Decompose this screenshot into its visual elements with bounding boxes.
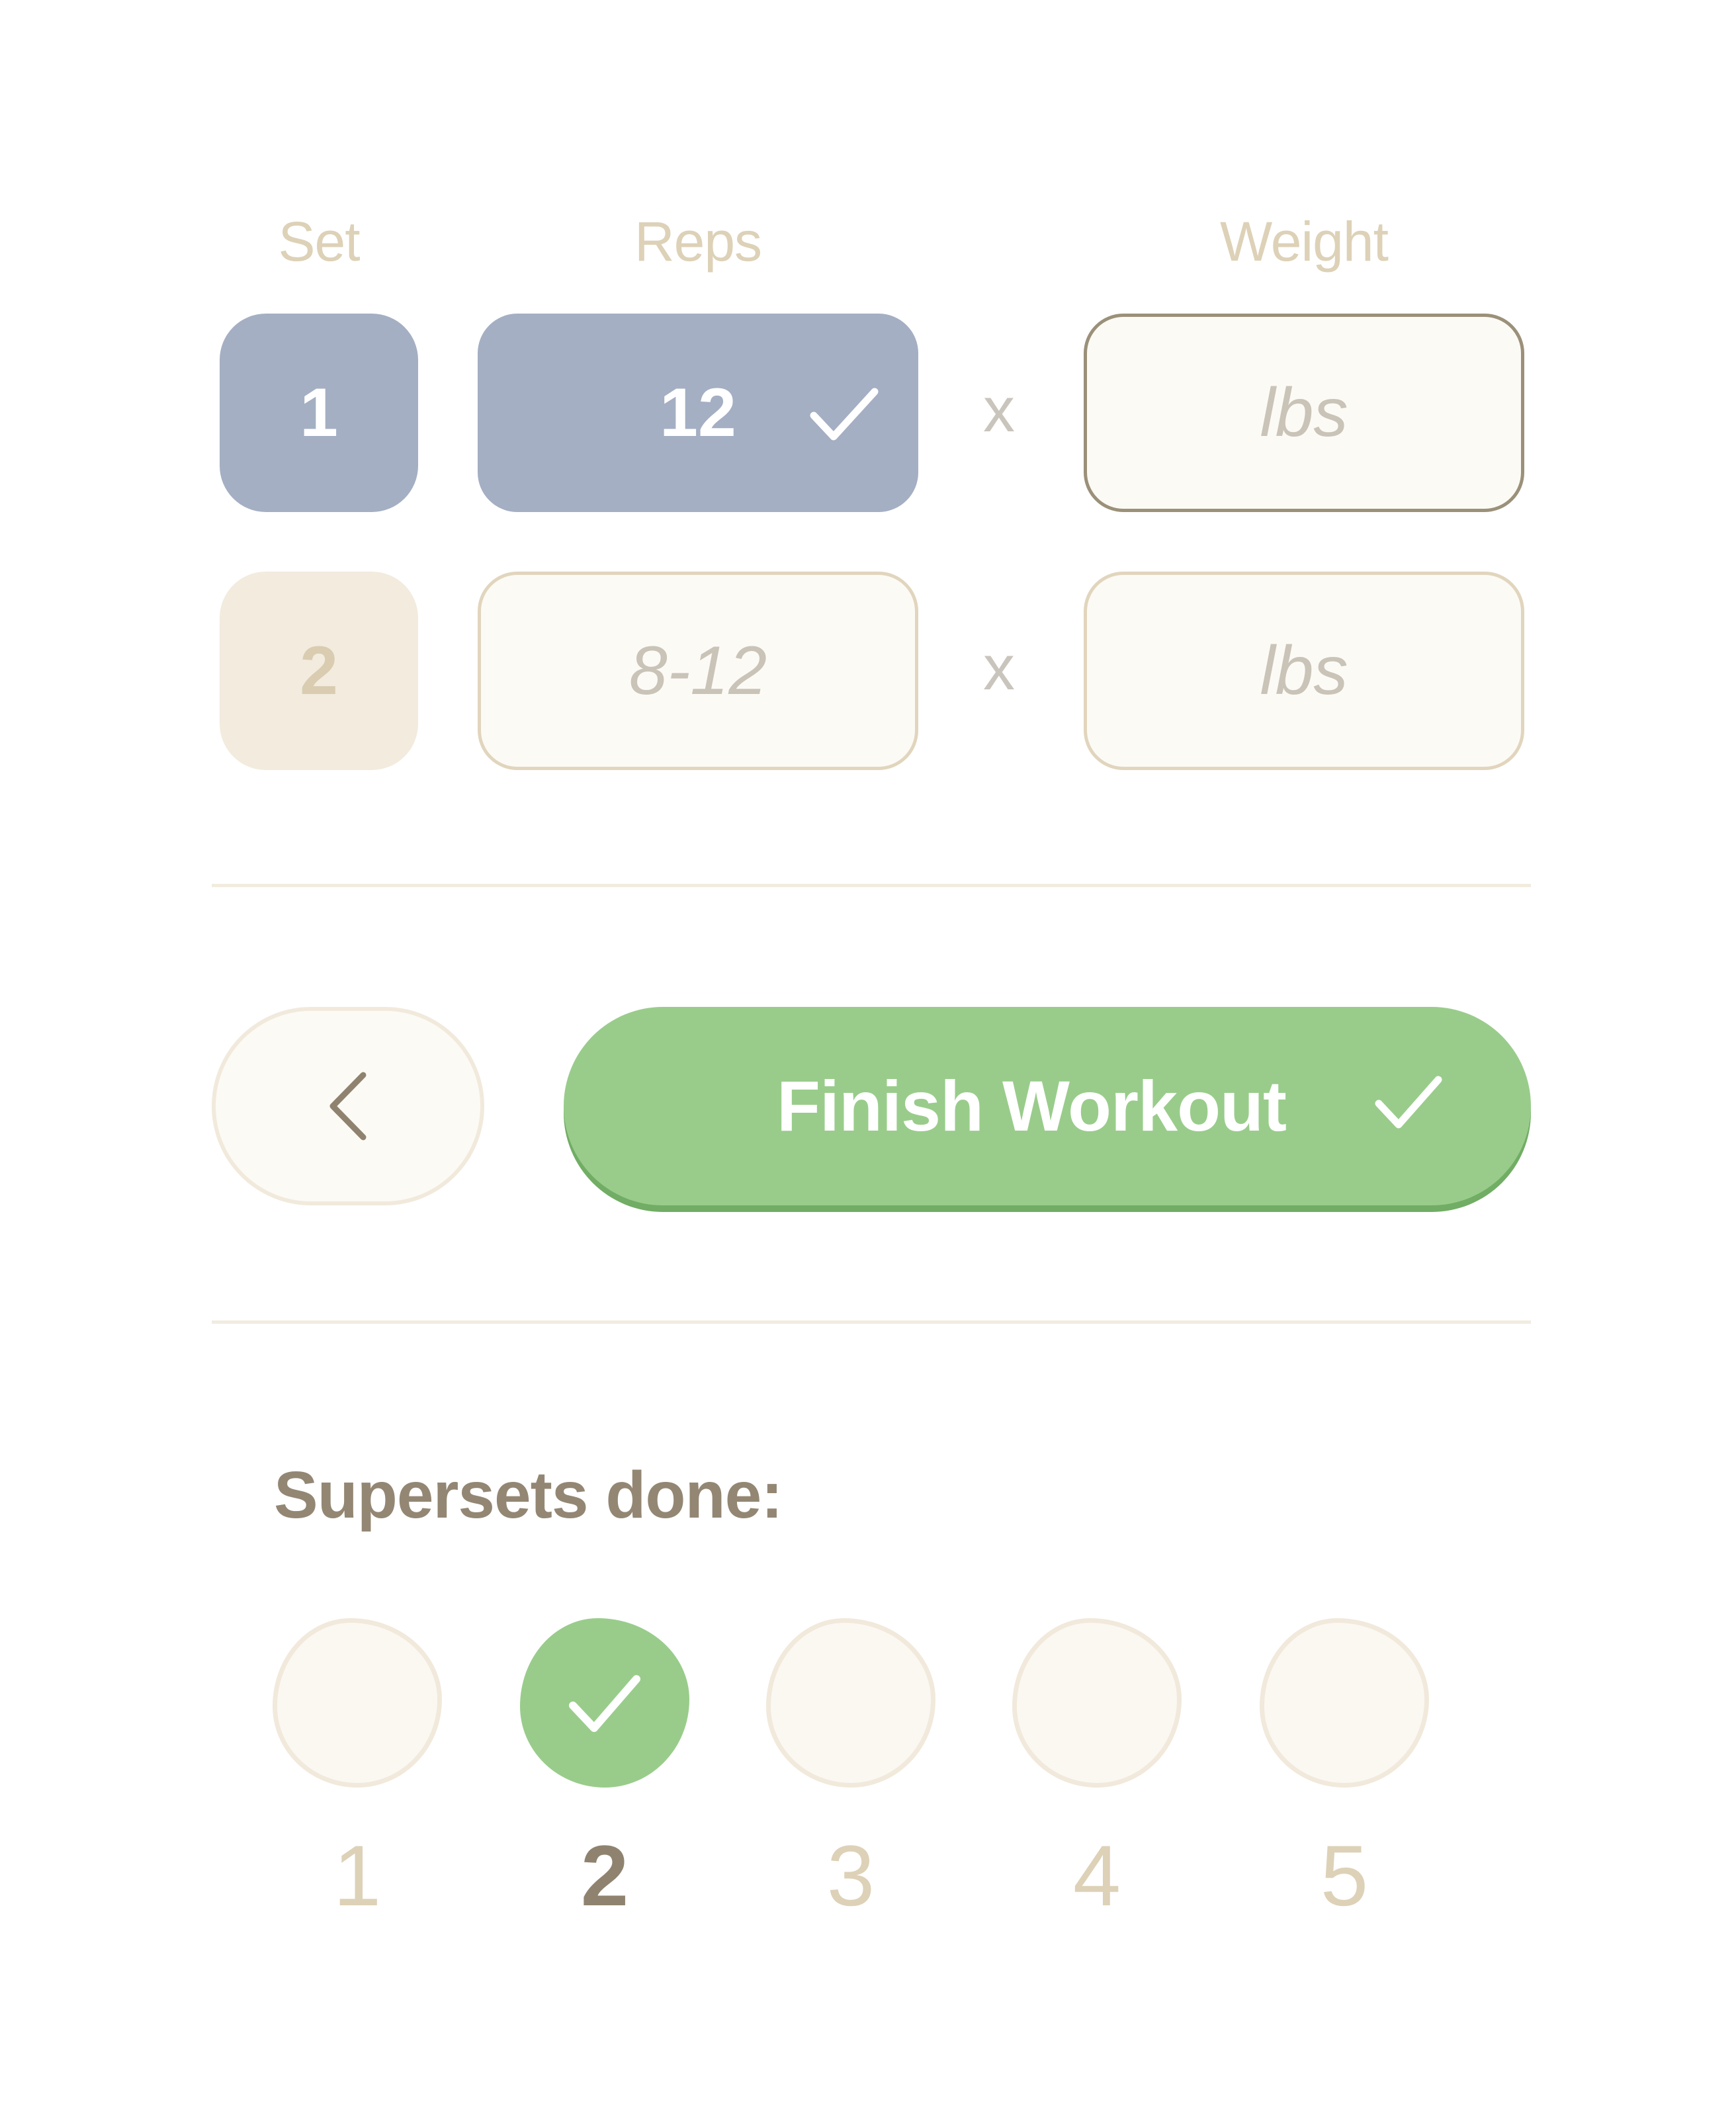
superset-label-5: 5 <box>1320 1827 1369 1924</box>
check-icon <box>569 1675 640 1732</box>
supersets-title: Supersets done: <box>274 1458 783 1532</box>
weight-field-set-2[interactable]: lbs <box>1084 572 1524 770</box>
divider <box>212 884 1531 887</box>
times-sign: x <box>983 632 1015 703</box>
reps-field-set-2[interactable]: 8-12 <box>478 572 918 770</box>
set-number-2[interactable]: 2 <box>220 572 418 770</box>
finish-workout-label: Finish Workout <box>777 1066 1287 1146</box>
set-column-header: Set <box>278 210 360 273</box>
check-icon <box>810 388 879 441</box>
superset-label-4: 4 <box>1072 1827 1121 1924</box>
finish-workout-button[interactable]: Finish Workout <box>564 1007 1531 1205</box>
superset-label-1: 1 <box>333 1827 382 1924</box>
superset-bubble-2[interactable] <box>520 1618 689 1788</box>
set-number-1[interactable]: 1 <box>220 314 418 512</box>
reps-column-header: Reps <box>634 210 762 273</box>
check-icon <box>1375 1076 1442 1129</box>
reps-field-set-1[interactable]: 12 <box>478 314 918 512</box>
superset-bubble-5[interactable] <box>1260 1618 1429 1788</box>
superset-label-3: 3 <box>826 1827 875 1924</box>
back-button[interactable] <box>212 1007 484 1205</box>
divider <box>212 1320 1531 1324</box>
superset-bubble-1[interactable] <box>273 1618 442 1788</box>
superset-bubble-3[interactable] <box>766 1618 935 1788</box>
weight-field-set-1[interactable]: lbs <box>1084 314 1524 512</box>
superset-bubble-4[interactable] <box>1012 1618 1182 1788</box>
reps-value: 12 <box>660 374 736 451</box>
chevron-left-icon <box>329 1072 367 1141</box>
times-sign: x <box>983 374 1015 445</box>
weight-column-header: Weight <box>1220 210 1389 273</box>
superset-label-2: 2 <box>580 1827 629 1924</box>
